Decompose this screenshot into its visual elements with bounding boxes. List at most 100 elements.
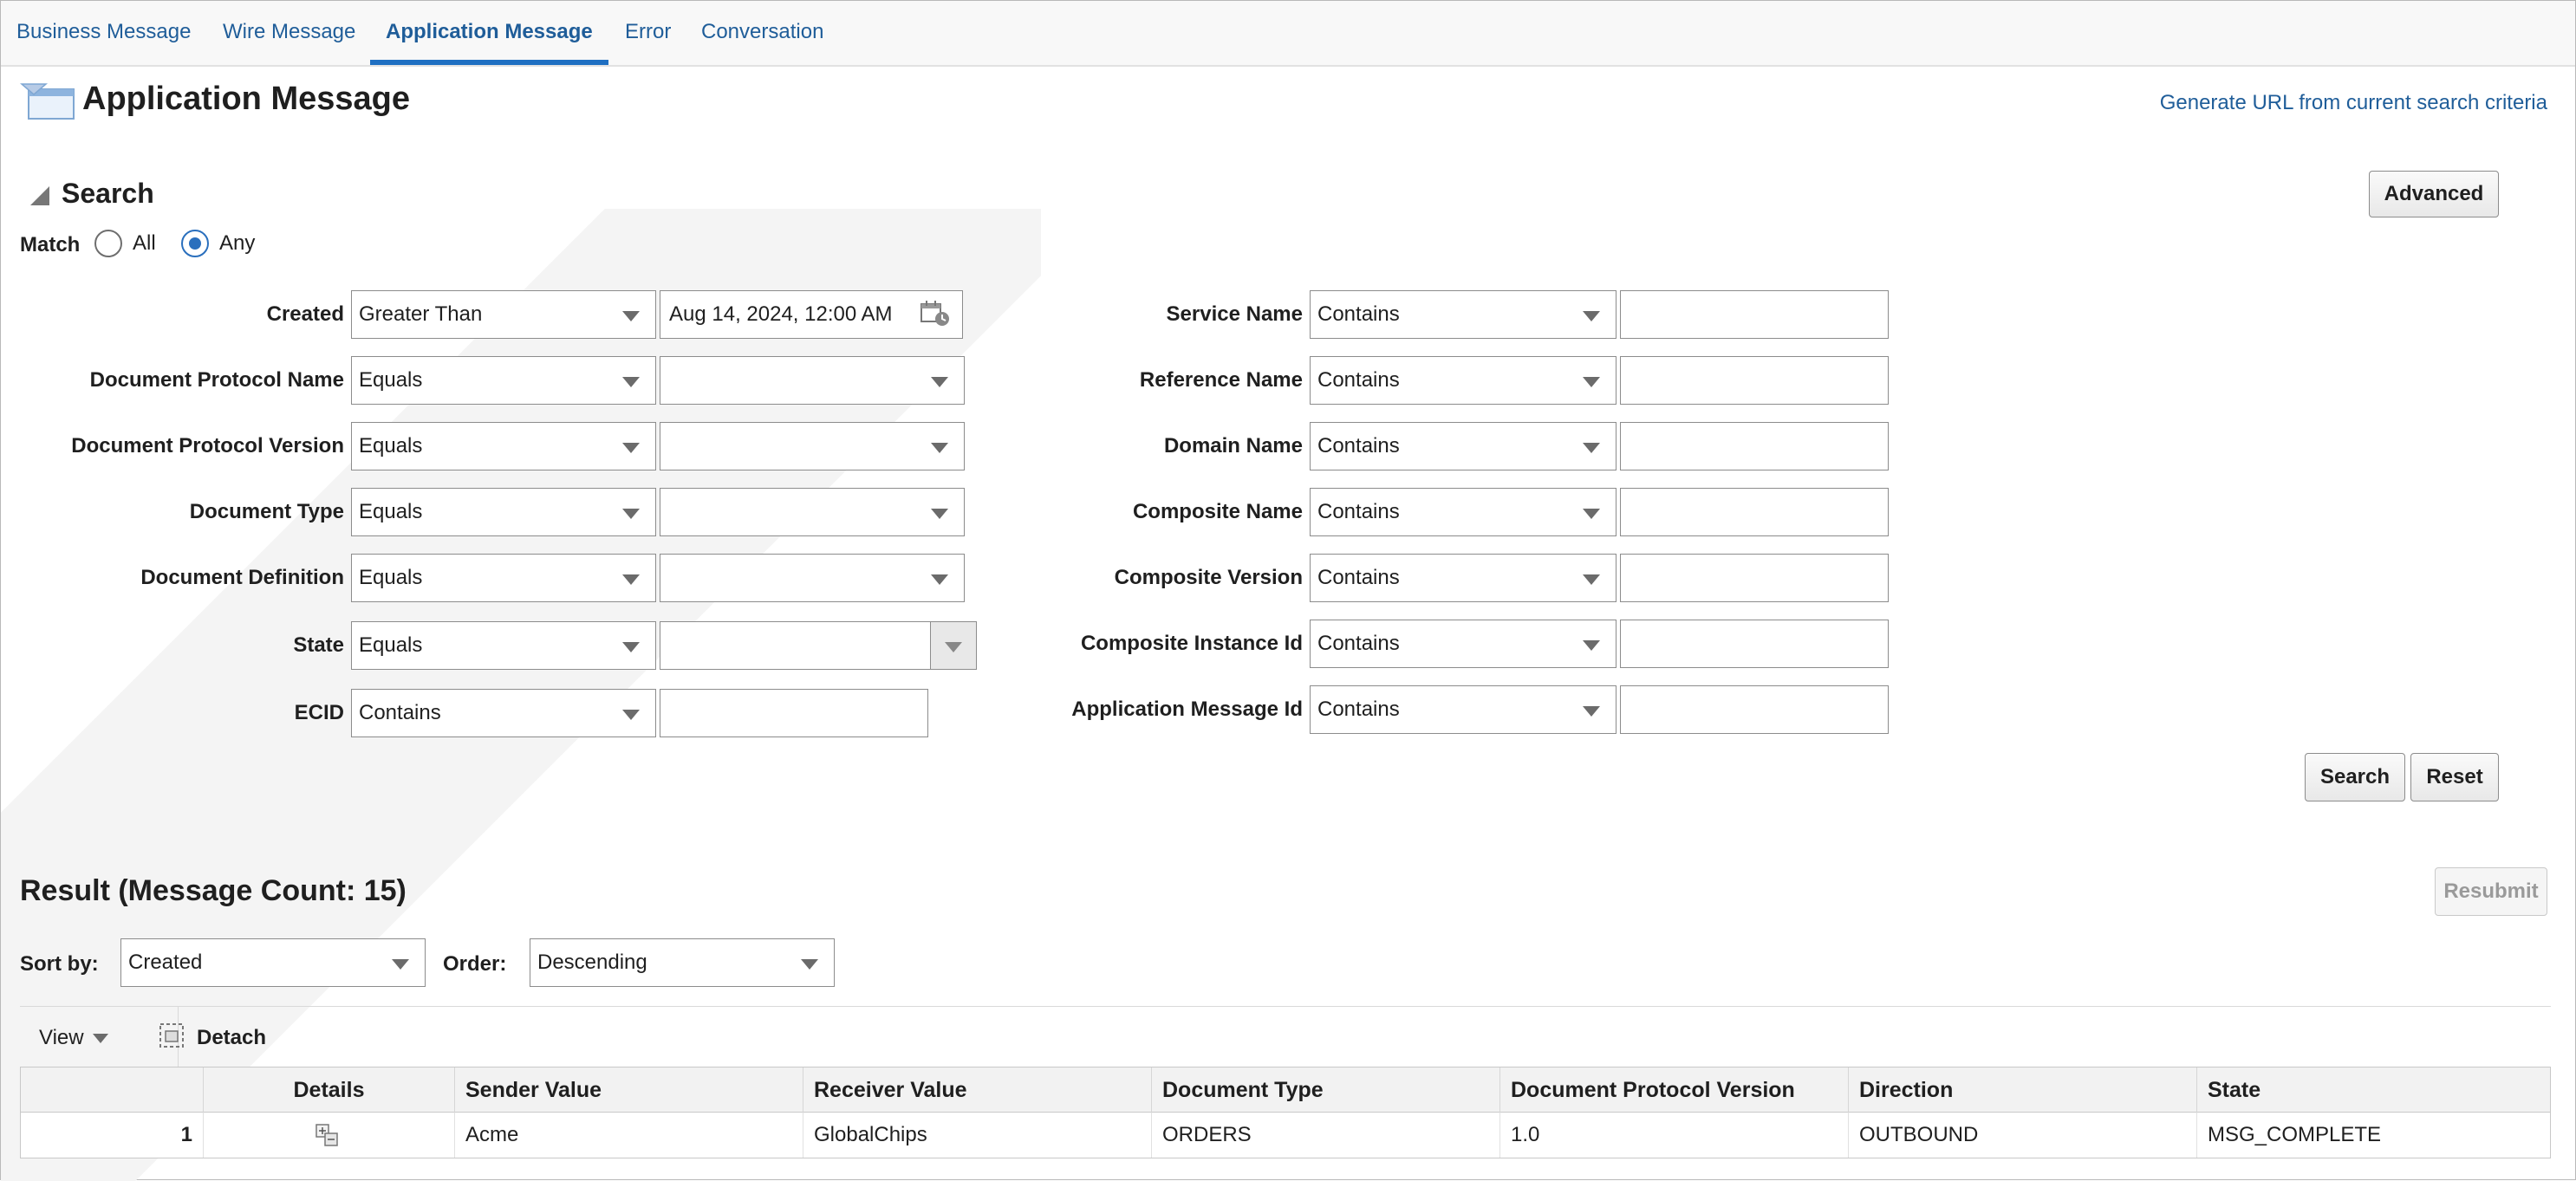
column-header-document-protocol-version[interactable]: Document Protocol Version xyxy=(1499,1067,1848,1113)
created-operator-select[interactable]: Greater Than xyxy=(351,290,656,339)
state-dropdown-button[interactable] xyxy=(930,621,977,670)
column-header-details[interactable]: Details xyxy=(203,1067,454,1113)
document-definition-operator-select[interactable]: Equals xyxy=(351,554,656,602)
details-expand-icon[interactable] xyxy=(315,1123,341,1147)
resubmit-button[interactable]: Resubmit xyxy=(2435,867,2547,916)
chevron-down-icon xyxy=(931,377,948,387)
document-definition-value-select[interactable] xyxy=(660,554,965,602)
service-name-operator-select[interactable]: Contains xyxy=(1310,290,1617,339)
state-label: State xyxy=(293,633,344,657)
advanced-button[interactable]: Advanced xyxy=(2369,171,2499,217)
order-select[interactable]: Descending xyxy=(530,938,835,987)
doc-protocol-version-operator-select[interactable]: Equals xyxy=(351,422,656,470)
document-type-operator-select[interactable]: Equals xyxy=(351,488,656,536)
tab-application-message[interactable]: Application Message xyxy=(370,1,608,65)
match-any-label: Any xyxy=(219,231,256,255)
tab-error[interactable]: Error xyxy=(609,1,686,65)
column-header-sender-value[interactable]: Sender Value xyxy=(454,1067,803,1113)
chevron-down-icon xyxy=(1583,640,1600,651)
reference-name-label: Reference Name xyxy=(1139,368,1303,392)
sender-value-cell: Acme xyxy=(454,1113,803,1158)
table-header-row: Details Sender Value Receiver Value Docu… xyxy=(21,1067,2550,1113)
document-definition-label: Document Definition xyxy=(140,566,344,589)
domain-name-input[interactable] xyxy=(1620,422,1889,470)
domain-name-operator-select[interactable]: Contains xyxy=(1310,422,1617,470)
chevron-down-icon xyxy=(622,311,640,321)
state-operator-select[interactable]: Equals xyxy=(351,621,656,670)
search-heading: Search xyxy=(62,178,154,209)
application-message-icon xyxy=(20,83,75,120)
detach-icon[interactable] xyxy=(159,1022,185,1048)
reference-name-operator-select[interactable]: Contains xyxy=(1310,356,1617,405)
ecid-operator-select[interactable]: Contains xyxy=(351,689,656,737)
doc-protocol-name-operator-select[interactable]: Equals xyxy=(351,356,656,405)
details-cell xyxy=(203,1113,454,1158)
generate-url-link[interactable]: Generate URL from current search criteri… xyxy=(2160,91,2547,115)
result-title: Result (Message Count: 15) xyxy=(20,874,407,907)
detach-button[interactable]: Detach xyxy=(197,1026,266,1050)
created-label: Created xyxy=(266,302,344,326)
chevron-down-icon xyxy=(801,959,818,970)
service-name-label: Service Name xyxy=(1166,302,1303,326)
composite-version-input[interactable] xyxy=(1620,554,1889,602)
chevron-down-icon xyxy=(1583,443,1600,453)
service-name-input[interactable] xyxy=(1620,290,1889,339)
composite-name-operator-select[interactable]: Contains xyxy=(1310,488,1617,536)
tab-wire-message[interactable]: Wire Message xyxy=(207,1,371,65)
column-header-receiver-value[interactable]: Receiver Value xyxy=(803,1067,1151,1113)
state-value-input[interactable] xyxy=(660,621,932,670)
tab-business-message[interactable]: Business Message xyxy=(1,1,206,65)
chevron-down-icon xyxy=(931,443,948,453)
column-header-document-type[interactable]: Document Type xyxy=(1151,1067,1499,1113)
order-label: Order: xyxy=(443,952,507,976)
application-message-id-operator-select[interactable]: Contains xyxy=(1310,685,1617,734)
sort-by-label: Sort by: xyxy=(20,952,99,976)
tab-conversation[interactable]: Conversation xyxy=(686,1,839,65)
state-cell: MSG_COMPLETE xyxy=(2196,1113,2550,1158)
composite-instance-id-input[interactable] xyxy=(1620,620,1889,668)
column-header-direction[interactable]: Direction xyxy=(1848,1067,2196,1113)
chevron-down-icon xyxy=(1583,377,1600,387)
match-label: Match xyxy=(20,233,81,256)
calendar-icon[interactable] xyxy=(920,299,951,327)
collapse-triangle-icon[interactable] xyxy=(30,186,49,205)
chevron-down-icon xyxy=(1583,706,1600,717)
composite-instance-id-label: Composite Instance Id xyxy=(1080,632,1303,655)
match-any-radio[interactable] xyxy=(181,230,209,257)
table-toolbar: View Detach xyxy=(20,1006,2551,1069)
composite-name-label: Composite Name xyxy=(1132,500,1303,523)
document-type-value-select[interactable] xyxy=(660,488,965,536)
application-message-id-input[interactable] xyxy=(1620,685,1889,734)
domain-name-label: Domain Name xyxy=(1163,434,1303,457)
column-header-state[interactable]: State xyxy=(2196,1067,2550,1113)
chevron-down-icon xyxy=(622,642,640,652)
composite-version-operator-select[interactable]: Contains xyxy=(1310,554,1617,602)
doc-protocol-version-label: Document Protocol Version xyxy=(71,434,344,457)
application-message-id-label: Application Message Id xyxy=(1071,698,1303,721)
document-type-label: Document Type xyxy=(189,500,344,523)
match-all-label: All xyxy=(133,231,156,255)
ecid-label: ECID xyxy=(294,701,344,724)
search-button[interactable]: Search xyxy=(2305,753,2405,801)
results-table: Details Sender Value Receiver Value Docu… xyxy=(20,1067,2551,1158)
direction-cell: OUTBOUND xyxy=(1848,1113,2196,1158)
reference-name-input[interactable] xyxy=(1620,356,1889,405)
chevron-down-icon xyxy=(622,509,640,519)
table-row[interactable]: 1 Acme GlobalChips ORDERS 1.0 OUTBOUND M… xyxy=(21,1113,2550,1158)
receiver-value-cell: GlobalChips xyxy=(803,1113,1151,1158)
chevron-down-icon xyxy=(622,443,640,453)
doc-protocol-version-value-select[interactable] xyxy=(660,422,965,470)
chevron-down-icon xyxy=(92,1034,108,1044)
chevron-down-icon xyxy=(622,377,640,387)
match-all-radio[interactable] xyxy=(94,230,122,257)
doc-protocol-name-value-select[interactable] xyxy=(660,356,965,405)
doc-protocol-name-label: Document Protocol Name xyxy=(89,368,344,392)
chevron-down-icon xyxy=(622,574,640,585)
ecid-value-input[interactable] xyxy=(660,689,928,737)
view-menu-button[interactable]: View xyxy=(39,1026,108,1050)
composite-instance-id-operator-select[interactable]: Contains xyxy=(1310,620,1617,668)
sort-by-select[interactable]: Created xyxy=(120,938,426,987)
created-date-input[interactable]: Aug 14, 2024, 12:00 AM xyxy=(660,290,963,339)
composite-name-input[interactable] xyxy=(1620,488,1889,536)
reset-button[interactable]: Reset xyxy=(2410,753,2499,801)
